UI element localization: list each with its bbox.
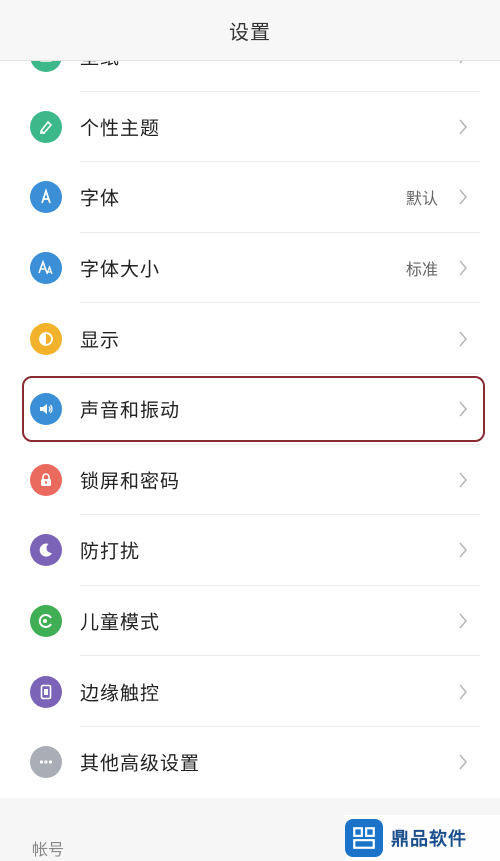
lock-icon — [30, 463, 62, 496]
chevron-right-icon — [459, 119, 468, 135]
settings-item-value: 标准 — [405, 260, 438, 280]
settings-item-other-advanced[interactable]: 其他高级设置 — [0, 727, 500, 798]
edge-touch-icon — [30, 675, 62, 708]
settings-item-do-not-disturb[interactable]: 防打扰 — [0, 515, 500, 586]
settings-item-kids-mode[interactable]: 儿童模式 — [0, 586, 500, 657]
font-size-icon — [30, 252, 62, 285]
settings-item-edge-touch[interactable]: 边缘触控 — [0, 656, 500, 727]
speaker-icon — [30, 393, 62, 426]
font-a-icon — [30, 181, 62, 214]
chevron-right-icon — [459, 189, 468, 206]
settings-item-label: 字体 — [80, 187, 121, 210]
kids-mode-icon — [30, 605, 62, 638]
chevron-right-icon — [459, 542, 468, 558]
settings-item-theme[interactable]: 个性主题 — [0, 92, 500, 163]
theme-brush-icon — [30, 110, 62, 143]
chevron-right-icon — [459, 401, 468, 417]
settings-item-label: 声音和振动 — [80, 399, 181, 422]
settings-item-label: 防打扰 — [80, 540, 141, 563]
display-brightness-icon — [30, 322, 62, 355]
watermark-text: 鼎品软件 — [391, 829, 467, 850]
settings-item-label: 个性主题 — [80, 117, 161, 140]
chevron-right-icon — [459, 260, 468, 276]
settings-item-label: 儿童模式 — [80, 611, 161, 634]
watermark: 鼎品软件 — [345, 815, 500, 861]
chevron-right-icon — [459, 684, 468, 700]
page-title: 设置 — [229, 19, 271, 44]
settings-item-display[interactable]: 显示 — [0, 303, 500, 374]
settings-item-font-size[interactable]: 字体大小 标准 — [0, 233, 500, 304]
settings-item-label: 显示 — [80, 329, 121, 352]
settings-item-sound-vibration[interactable]: 声音和振动 — [0, 374, 500, 445]
chevron-right-icon — [459, 472, 468, 488]
brand-logo-icon — [345, 819, 383, 857]
chevron-right-icon — [459, 613, 468, 629]
section-label-account: 帐号 — [32, 840, 65, 859]
settings-item-font[interactable]: 字体 默认 — [0, 162, 500, 233]
settings-list: 壁纸 个性主题 字体 默认 字体大小 标准 显示 — [0, 21, 500, 798]
settings-item-value: 默认 — [405, 189, 438, 209]
chevron-right-icon — [459, 331, 468, 347]
moon-icon — [30, 534, 62, 567]
chevron-right-icon — [459, 754, 468, 770]
settings-item-label: 边缘触控 — [80, 682, 161, 705]
settings-item-label: 锁屏和密码 — [80, 470, 181, 493]
settings-item-label: 其他高级设置 — [80, 752, 201, 775]
settings-item-label: 字体大小 — [80, 258, 161, 281]
settings-item-lock-screen[interactable]: 锁屏和密码 — [0, 445, 500, 516]
more-settings-icon — [30, 746, 62, 779]
app-header: 设置 — [0, 0, 500, 61]
